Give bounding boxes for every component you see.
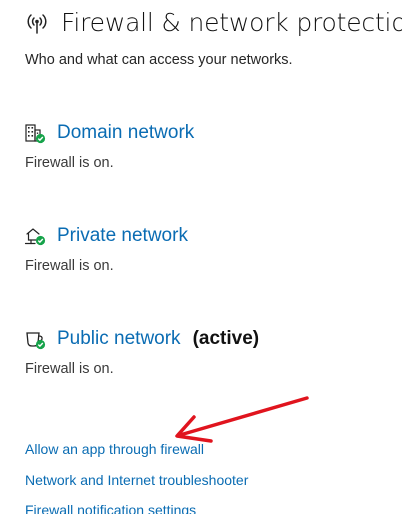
public-network-header: Public network (active) <box>24 326 394 352</box>
firewall-notification-settings-link[interactable]: Firewall notification settings <box>25 502 196 514</box>
cafe-shield-icon <box>26 332 46 350</box>
antenna-broadcast-icon <box>27 14 47 34</box>
building-shield-icon <box>25 124 46 144</box>
domain-network-header: Domain network <box>24 120 394 146</box>
public-network-link[interactable]: Public network <box>57 328 181 350</box>
private-network-header: Private network <box>24 223 394 249</box>
private-network-status: Firewall is on. <box>25 258 114 274</box>
domain-network-link[interactable]: Domain network <box>57 122 194 144</box>
page-title: Firewall & network protection <box>61 7 402 37</box>
domain-network-status: Firewall is on. <box>25 155 114 171</box>
home-network-shield-icon <box>24 228 46 246</box>
active-network-badge: (active) <box>192 328 260 349</box>
domain-network-section: Domain network Firewall is on. <box>24 120 394 171</box>
private-network-section: Private network Firewall is on. <box>24 223 394 274</box>
allow-app-through-firewall-link[interactable]: Allow an app through firewall <box>25 441 204 457</box>
page-subtitle: Who and what can access your networks. <box>25 52 293 68</box>
public-network-section: Public network (active) Firewall is on. <box>24 326 394 377</box>
page-header: Firewall & network protection <box>24 4 402 40</box>
firewall-page: Firewall & network protection Who and wh… <box>0 0 402 514</box>
public-network-status: Firewall is on. <box>25 361 114 377</box>
network-troubleshooter-link[interactable]: Network and Internet troubleshooter <box>25 472 248 488</box>
private-network-link[interactable]: Private network <box>57 225 188 247</box>
